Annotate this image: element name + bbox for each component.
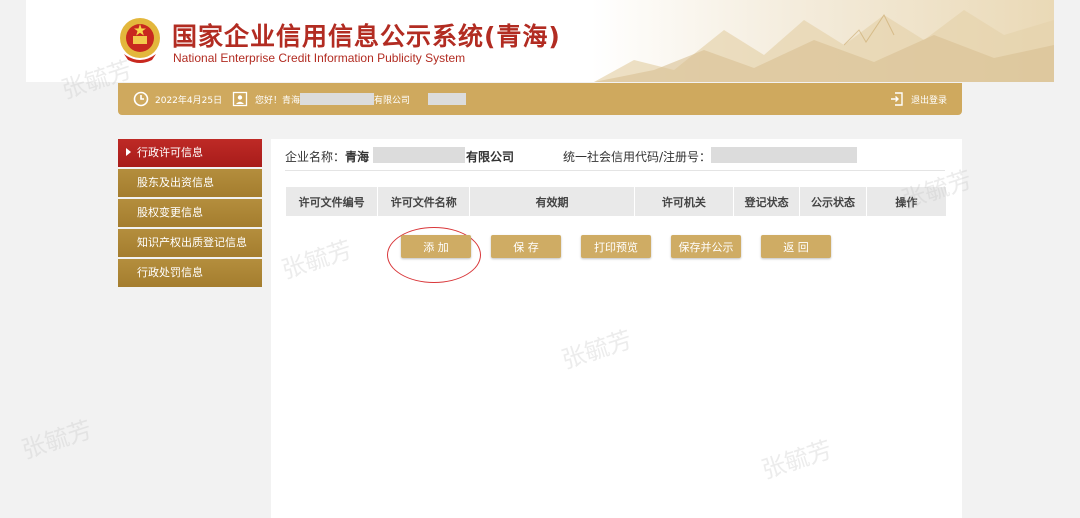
save-button[interactable]: 保 存: [491, 235, 561, 258]
clock-icon: [133, 91, 149, 107]
sidebar-item-label: 股权变更信息: [137, 206, 203, 219]
company-name-label: 企业名称：: [285, 150, 346, 164]
sidebar-item-equity-change[interactable]: 股权变更信息: [118, 199, 262, 227]
redacted-extra: [428, 93, 467, 105]
license-table-header: 许可文件编号 许可文件名称 有效期 许可机关 登记状态 公示状态 操作: [286, 187, 946, 216]
date-text: 2022年4月25日: [155, 95, 223, 106]
redacted-name: [300, 93, 375, 105]
add-button[interactable]: 添 加: [401, 235, 471, 258]
sidebar-item-shareholders[interactable]: 股东及出资信息: [118, 169, 262, 197]
logout-link[interactable]: 退出登录: [889, 83, 947, 115]
back-button[interactable]: 返 回: [761, 235, 831, 258]
credit-code-label: 统一社会信用代码/注册号：: [563, 150, 712, 164]
greeting-prefix: 您好！青海: [255, 95, 301, 106]
site-subtitle: National Enterprise Credit Information P…: [173, 51, 466, 65]
sidebar-item-label: 行政许可信息: [137, 146, 203, 159]
column-header: 登记状态: [734, 187, 801, 216]
company-name-suffix: 有限公司: [466, 150, 515, 164]
caret-right-icon: [126, 148, 131, 156]
user-info-bar: 2022年4月25日 您好！青海 有限公司 退出登录: [118, 83, 962, 115]
mountain-landscape-image: [594, 10, 1054, 82]
date-display: 2022年4月25日: [133, 83, 222, 115]
column-header: 许可文件名称: [378, 187, 471, 216]
print-preview-button[interactable]: 打印预览: [581, 235, 651, 258]
national-emblem-icon: [120, 18, 160, 63]
redacted-company-name: [373, 147, 465, 163]
company-info-row: 企业名称： 青海 有限公司 统一社会信用代码/注册号：: [285, 146, 945, 171]
redacted-credit-code: [711, 147, 857, 163]
sidebar-item-label: 行政处罚信息: [137, 266, 203, 279]
site-header: 国家企业信用信息公示系统(青海) National Enterprise Cre…: [26, 0, 1054, 82]
logout-icon: [890, 92, 903, 106]
column-header: 许可文件编号: [286, 187, 379, 216]
user-card-icon: [232, 91, 248, 107]
logout-label: 退出登录: [910, 95, 947, 106]
user-greeting: 您好！青海 有限公司: [232, 83, 467, 115]
column-header: 公示状态: [800, 187, 867, 216]
sidebar-item-penalty[interactable]: 行政处罚信息: [118, 259, 262, 287]
main-panel: 企业名称： 青海 有限公司 统一社会信用代码/注册号： 许可文件编号 许可文件名…: [271, 139, 962, 518]
column-header: 操作: [895, 195, 918, 209]
save-and-publish-button[interactable]: 保存并公示: [671, 235, 741, 258]
sidebar-item-ip-pledge[interactable]: 知识产权出质登记信息: [118, 229, 262, 257]
sidebar-item-administrative-license[interactable]: 行政许可信息: [118, 139, 262, 167]
company-name-prefix: 青海: [345, 150, 370, 164]
sidebar-item-label: 知识产权出质登记信息: [137, 236, 247, 249]
site-title: 国家企业信用信息公示系统(青海): [172, 22, 561, 51]
watermark-text: 张毓芳: [18, 415, 96, 465]
sidebar-nav: 行政许可信息 股东及出资信息 股权变更信息 知识产权出质登记信息 行政处罚信息: [118, 139, 262, 289]
greeting-suffix: 有限公司: [374, 95, 411, 106]
column-header: 有效期: [470, 187, 635, 216]
column-header: 许可机关: [635, 187, 734, 216]
sidebar-item-label: 股东及出资信息: [137, 176, 214, 189]
